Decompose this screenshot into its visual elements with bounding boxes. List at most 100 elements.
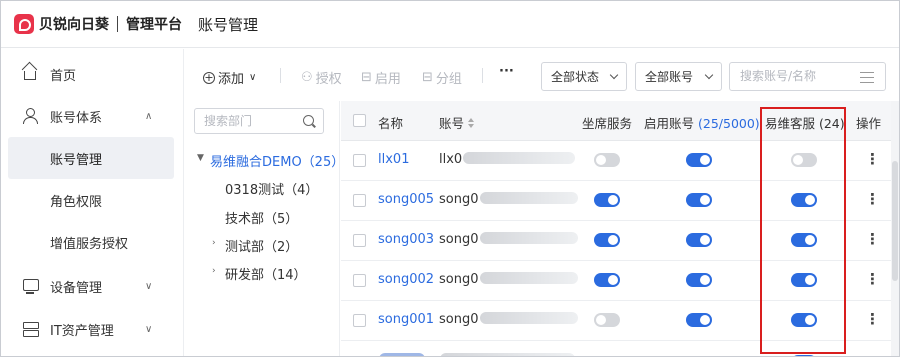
col-name: 名称 — [378, 116, 404, 131]
brand-name: 贝锐向日葵 — [39, 17, 109, 33]
account-name-link[interactable]: song005 — [378, 192, 434, 207]
yiwei-service-toggle[interactable] — [791, 233, 817, 247]
enable-button[interactable]: ⊟ 启用 — [361, 68, 401, 87]
yiwei-service-toggle[interactable] — [791, 273, 817, 287]
account-name-link[interactable]: song002 — [378, 272, 434, 287]
toolbar-divider — [280, 68, 281, 83]
sidebar-item-home[interactable]: 首页 — [1, 53, 184, 95]
row-more-icon[interactable]: ⋮ — [865, 150, 880, 168]
row-checkbox[interactable] — [353, 274, 366, 287]
accounts-table: 名称 账号 坐席服务 启用账号 (25/5000) 易维客服 (24) 操作 l… — [341, 101, 891, 356]
sidebar-item-account-management[interactable]: 账号管理 — [8, 137, 174, 179]
sidebar-item-label: 账号体系 — [50, 110, 103, 126]
account-filter-value: 全部账号 — [645, 70, 694, 84]
chevron-up-icon: ∧ — [145, 110, 153, 122]
col-account-label: 账号 — [439, 116, 465, 131]
row-more-icon[interactable]: ⋮ — [865, 230, 880, 248]
tree-node[interactable]: 技术部（5） — [225, 208, 298, 227]
sidebar-item-value-added-auth[interactable]: 增值服务授权 — [1, 221, 184, 263]
seat-service-toggle[interactable] — [594, 153, 620, 167]
tree-node[interactable]: 测试部（2） — [225, 236, 298, 255]
col-account[interactable]: 账号 — [439, 113, 475, 132]
sidebar-item-role-permissions[interactable]: 角色权限 — [1, 179, 184, 221]
row-more-icon[interactable]: ⋮ — [865, 190, 880, 208]
table-row[interactable]: song002 song0 ⋮ — [341, 261, 891, 301]
sidebar-item-device-management[interactable]: 设备管理 ∨ — [1, 265, 184, 307]
tree-node-root[interactable]: 易维融合DEMO（25） — [210, 151, 344, 170]
server-icon — [22, 321, 39, 337]
row-checkbox[interactable] — [353, 154, 366, 167]
redacted-blur — [479, 312, 578, 324]
filter-settings-icon[interactable] — [860, 71, 874, 84]
enable-account-toggle[interactable] — [686, 273, 712, 287]
home-icon — [24, 71, 36, 80]
chevron-down-icon: ∨ — [145, 280, 153, 292]
top-header: 贝锐向日葵 管理平台 账号管理 — [1, 1, 899, 48]
redacted-blur — [379, 353, 425, 356]
seat-service-toggle[interactable] — [594, 193, 620, 207]
table-row[interactable]: llx01 llx0 ⋮ — [341, 141, 891, 181]
account-search-input[interactable]: 搜索账号/名称 — [729, 62, 886, 91]
account-name-link[interactable]: llx01 — [378, 152, 409, 167]
seat-service-toggle[interactable] — [594, 313, 620, 327]
account-id-text: song0 — [439, 192, 479, 207]
row-checkbox[interactable] — [353, 194, 366, 207]
caret-down-icon[interactable]: ▼ — [197, 153, 204, 163]
group-icon: ⊟ — [422, 70, 433, 85]
table-row[interactable]: song001 song0 ⋮ — [341, 301, 891, 341]
toolbar: + 添加 ∨ ⚇ 授权 ⊟ 启用 ⊟ 分组 ··· 全部状态 全部账号 搜索账号… — [185, 49, 899, 101]
account-name-link[interactable]: song003 — [378, 232, 434, 247]
row-more-icon[interactable]: ⋮ — [865, 310, 880, 328]
sidebar-item-label: 角色权限 — [50, 194, 103, 210]
department-search-input[interactable]: 搜索部门 — [194, 108, 324, 134]
scrollbar-thumb[interactable] — [892, 161, 898, 281]
enable-account-toggle[interactable] — [686, 193, 712, 207]
add-button[interactable]: + 添加 ∨ — [203, 68, 256, 87]
add-label: 添加 — [218, 72, 245, 87]
sunflower-logo-icon — [14, 14, 34, 34]
account-search-placeholder: 搜索账号/名称 — [740, 69, 817, 83]
caret-right-icon[interactable]: › — [212, 238, 216, 248]
group-button[interactable]: ⊟ 分组 — [422, 68, 462, 87]
sidebar-item-label: 首页 — [50, 68, 77, 84]
redacted-blur — [463, 152, 576, 164]
row-more-icon[interactable]: ⋮ — [865, 270, 880, 288]
admin-platform-label: 管理平台 — [126, 17, 182, 33]
yiwei-service-toggle[interactable] — [791, 313, 817, 327]
select-all-checkbox[interactable] — [353, 114, 366, 127]
redacted-blur — [479, 272, 578, 284]
enable-account-toggle[interactable] — [686, 233, 712, 247]
department-tree: 搜索部门 ▼ 易维融合DEMO（25） 0318测试（4） 技术部（5） › 测… — [185, 101, 344, 356]
authorize-button[interactable]: ⚇ 授权 — [301, 68, 342, 87]
seat-service-toggle[interactable] — [594, 233, 620, 247]
sidebar-item-account-system[interactable]: 账号体系 ∧ — [1, 95, 184, 137]
account-filter-select[interactable]: 全部账号 — [635, 62, 722, 91]
account-name-link[interactable]: song001 — [378, 312, 434, 327]
more-actions-button[interactable]: ··· — [499, 64, 514, 79]
table-row[interactable]: song003 song0 ⋮ — [341, 221, 891, 261]
sidebar-item-it-assets[interactable]: IT资产管理 ∨ — [1, 308, 184, 350]
account-id-text: song0 — [439, 272, 479, 287]
account-id-text: song0 — [439, 312, 479, 327]
account-id: song0 — [439, 312, 578, 327]
col-enabled-count: (25/5000) — [698, 116, 760, 131]
yiwei-service-toggle[interactable] — [791, 153, 817, 167]
table-scrollbar[interactable] — [891, 101, 899, 356]
department-search-placeholder: 搜索部门 — [204, 114, 253, 128]
caret-right-icon[interactable]: › — [212, 266, 216, 276]
col-operations: 操作 — [856, 116, 882, 131]
enable-account-toggle[interactable] — [686, 313, 712, 327]
enable-account-toggle[interactable] — [686, 153, 712, 167]
chevron-down-icon: ∨ — [249, 72, 257, 83]
tree-node[interactable]: 研发部（14） — [225, 264, 307, 283]
chevron-down-icon — [609, 70, 619, 80]
tree-node[interactable]: 0318测试（4） — [225, 179, 318, 198]
chevron-down-icon: ∨ — [145, 323, 153, 335]
seat-service-toggle[interactable] — [594, 273, 620, 287]
row-checkbox[interactable] — [353, 234, 366, 247]
status-filter-select[interactable]: 全部状态 — [541, 62, 627, 91]
monitor-icon — [22, 278, 39, 294]
yiwei-service-toggle[interactable] — [791, 193, 817, 207]
row-checkbox[interactable] — [353, 314, 366, 327]
table-row[interactable]: song005 song0 ⋮ — [341, 181, 891, 221]
